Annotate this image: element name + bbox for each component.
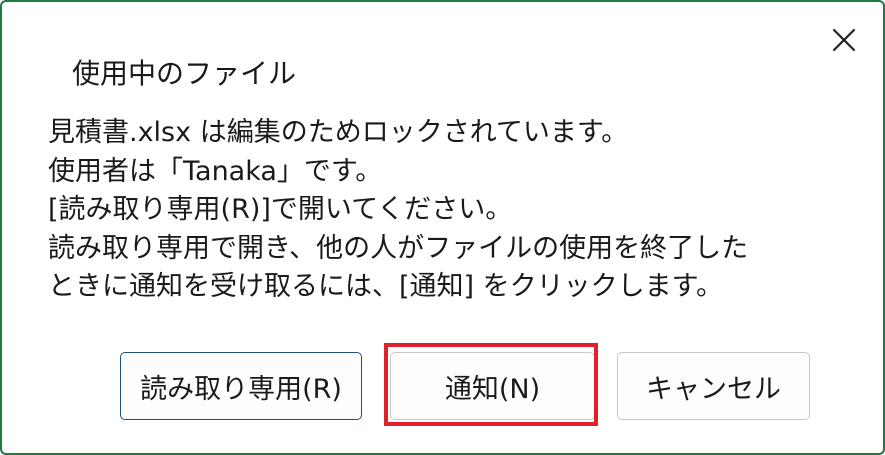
read-only-button[interactable]: 読み取り専用(R) <box>120 352 362 420</box>
message-line: 使用者は「Tanaka」です。 <box>48 155 383 187</box>
message-line: 読み取り専用で開き、他の人がファイルの使用を終了した <box>48 232 749 264</box>
file-in-use-dialog: 使用中のファイル 見積書.xlsx は編集のためロックされています。 使用者は「… <box>0 0 885 455</box>
message-line: [読み取り専用(R)]で開いてください。 <box>48 194 513 225</box>
close-icon <box>832 28 856 52</box>
message-line: 見積書.xlsx は編集のためロックされています。 <box>48 117 629 148</box>
dialog-message: 見積書.xlsx は編集のためロックされています。 使用者は「Tanaka」です… <box>48 114 848 307</box>
cancel-button[interactable]: キャンセル <box>617 352 810 420</box>
message-line: ときに通知を受け取るには、[通知] をクリックします。 <box>48 271 723 302</box>
notify-button[interactable]: 通知(N) <box>390 352 595 420</box>
close-button[interactable] <box>824 20 864 60</box>
dialog-title: 使用中のファイル <box>72 57 297 90</box>
